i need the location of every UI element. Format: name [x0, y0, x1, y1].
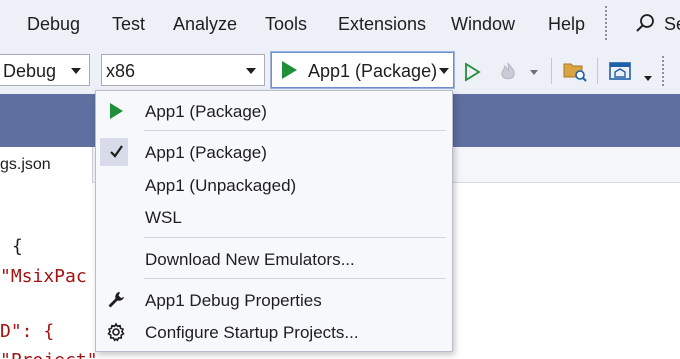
menu-item-label: Configure Startup Projects... — [145, 323, 359, 342]
solution-platform-value: x86 — [106, 61, 136, 81]
menu-separator — [144, 237, 446, 238]
code-line: "Project" — [0, 350, 98, 359]
code-line: "MsixPac — [0, 266, 87, 287]
tab-launchsettings[interactable]: gs.json — [0, 147, 93, 183]
code-line: { — [12, 236, 23, 257]
menu-separator — [144, 130, 446, 131]
menu-item-recent-app1-package[interactable]: App1 (Package) — [96, 95, 452, 127]
toolbar-separator — [551, 58, 552, 84]
startup-project-value: App1 (Package) — [308, 61, 438, 81]
menu-item-download-emulators[interactable]: Download New Emulators... — [96, 243, 452, 275]
wrench-icon — [108, 292, 124, 308]
chevron-down-icon[interactable] — [439, 68, 449, 74]
menu-item-label: App1 (Package) — [145, 102, 267, 121]
toolbar: Debug x86 App1 (Package) — [0, 50, 680, 94]
solution-configuration-combo[interactable]: Debug — [0, 54, 90, 86]
menu-window[interactable]: Window — [451, 14, 515, 35]
search-label[interactable]: Se — [664, 14, 680, 35]
startup-dropdown-menu: App1 (Package) App1 (Package) App1 (Unpa… — [95, 90, 453, 352]
chevron-down-icon[interactable] — [530, 70, 538, 75]
start-without-debugging-icon[interactable] — [462, 62, 482, 82]
menu-item-label: Download New Emulators... — [145, 250, 355, 269]
menu-item-wsl[interactable]: WSL — [96, 201, 452, 233]
chevron-down-icon — [71, 68, 81, 74]
tab-label: gs.json — [0, 156, 51, 173]
checkmark-icon — [110, 145, 123, 158]
toolbar-grip[interactable] — [662, 56, 664, 86]
play-icon — [110, 103, 123, 119]
home-window-icon[interactable] — [607, 59, 633, 83]
search-icon[interactable] — [634, 12, 658, 36]
menu-item-label: App1 Debug Properties — [145, 291, 322, 310]
solution-configuration-value: Debug — [3, 61, 57, 81]
menu-bar: Debug Test Analyze Tools Extensions Wind… — [0, 0, 680, 50]
menu-analyze[interactable]: Analyze — [173, 14, 237, 35]
open-folder-search-icon[interactable] — [562, 59, 588, 83]
menu-item-debug-properties[interactable]: App1 Debug Properties — [96, 284, 452, 316]
play-icon — [282, 61, 297, 79]
solution-platform-combo[interactable]: x86 — [101, 54, 265, 86]
hot-reload-icon[interactable] — [496, 60, 520, 84]
menu-item-label: App1 (Unpackaged) — [145, 176, 297, 195]
menu-item-app1-package[interactable]: App1 (Package) — [96, 136, 452, 168]
menu-item-label: App1 (Package) — [145, 143, 267, 162]
menu-test[interactable]: Test — [112, 14, 145, 35]
menu-extensions[interactable]: Extensions — [338, 14, 426, 35]
start-debugging-button[interactable]: App1 (Package) — [270, 51, 455, 89]
menu-help[interactable]: Help — [548, 14, 585, 35]
menu-item-configure-startup[interactable]: Configure Startup Projects... — [96, 316, 452, 348]
menu-item-app1-unpackaged[interactable]: App1 (Unpackaged) — [96, 169, 452, 201]
menu-separator — [605, 6, 607, 40]
code-line: D": { — [0, 321, 55, 342]
menu-debug[interactable]: Debug — [27, 14, 80, 35]
gear-icon — [107, 322, 125, 342]
menu-tools[interactable]: Tools — [265, 14, 307, 35]
chevron-down-icon — [246, 68, 256, 74]
menu-separator — [144, 278, 446, 279]
menu-item-label: WSL — [145, 208, 182, 227]
chevron-down-icon[interactable] — [644, 76, 652, 81]
toolbar-separator — [597, 58, 598, 84]
